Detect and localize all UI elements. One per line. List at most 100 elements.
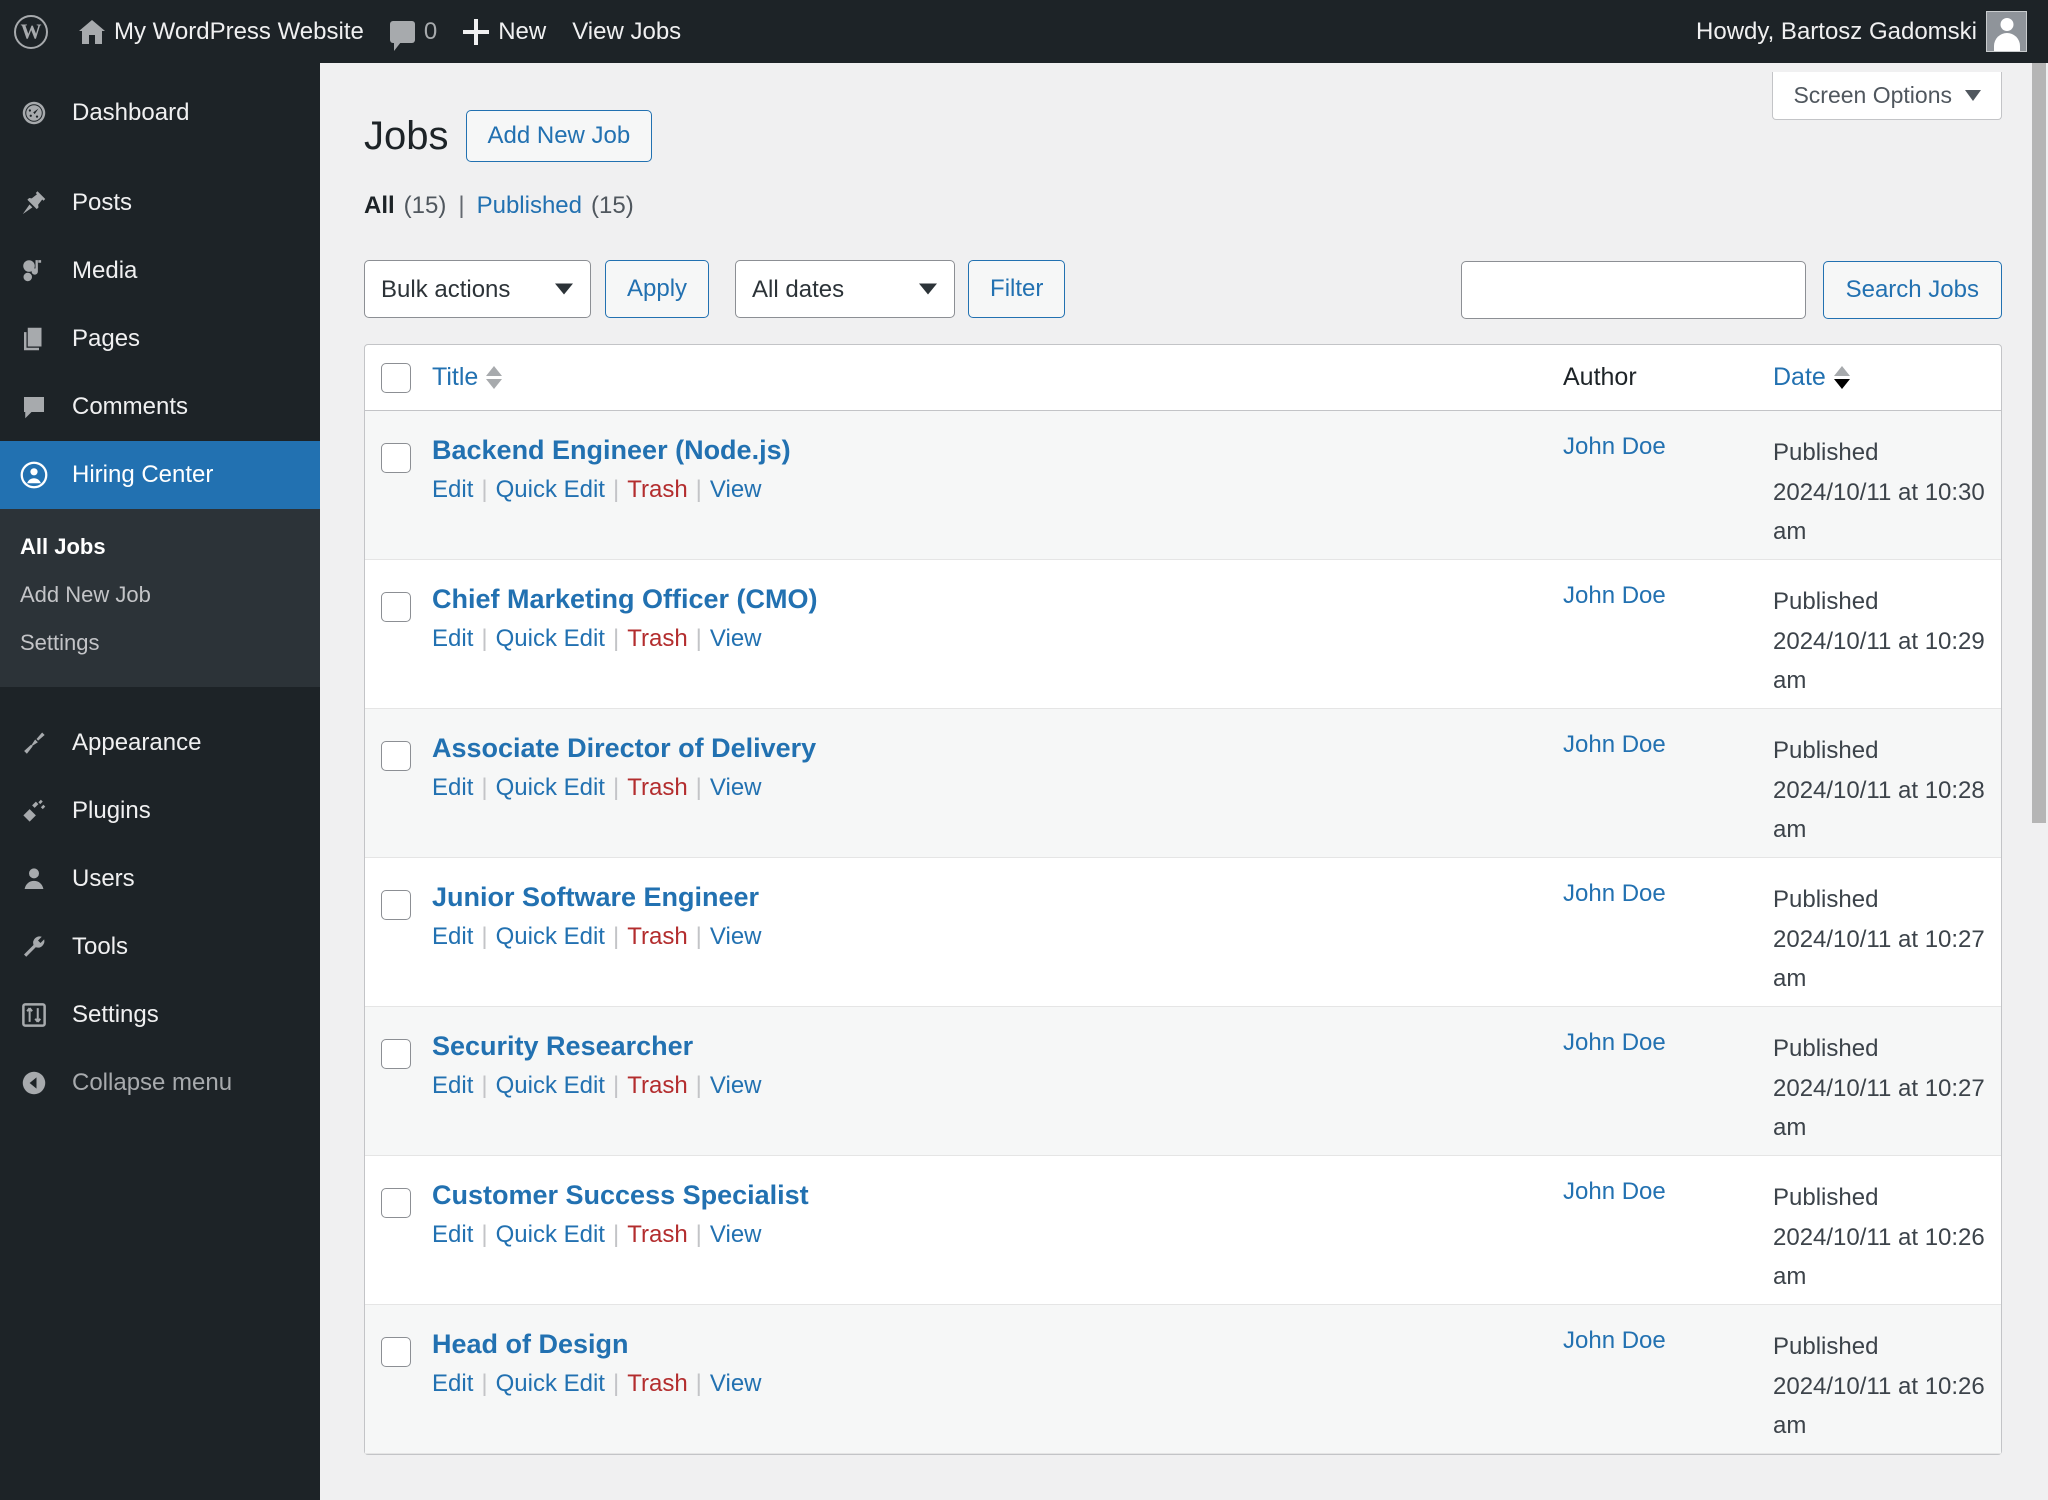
jobs-table: Title Author Date Backend Engineer (Node… xyxy=(364,344,2002,1455)
new-content-menu[interactable]: New xyxy=(450,0,559,63)
site-name-menu[interactable]: My WordPress Website xyxy=(66,0,377,63)
date-filter-wrap: All datesOctober 2024 xyxy=(735,260,956,318)
job-title-link[interactable]: Junior Software Engineer xyxy=(432,882,1563,913)
author-link[interactable]: John Doe xyxy=(1563,880,1666,907)
author-link[interactable]: John Doe xyxy=(1563,731,1666,758)
row-action-view[interactable]: View xyxy=(710,774,762,801)
row-select-checkbox[interactable] xyxy=(381,1188,411,1218)
date-filter-select[interactable]: All datesOctober 2024 xyxy=(735,260,956,318)
row-action-quick-edit[interactable]: Quick Edit xyxy=(496,1370,605,1397)
row-action-trash[interactable]: Trash xyxy=(627,625,687,652)
wordpress-logo-menu[interactable] xyxy=(0,0,66,63)
column-header-title[interactable]: Title xyxy=(427,363,1563,392)
author-link[interactable]: John Doe xyxy=(1563,1327,1666,1354)
view-jobs-menu[interactable]: View Jobs xyxy=(559,0,694,63)
sliders-icon xyxy=(14,995,54,1035)
row-select-cell xyxy=(365,582,427,708)
job-title-link[interactable]: Head of Design xyxy=(432,1329,1563,1360)
row-action-quick-edit[interactable]: Quick Edit xyxy=(496,774,605,801)
row-select-checkbox[interactable] xyxy=(381,443,411,473)
job-title-link[interactable]: Backend Engineer (Node.js) xyxy=(432,435,1563,466)
sidebar-item-comments[interactable]: Comments xyxy=(0,373,320,441)
column-header-date[interactable]: Date xyxy=(1773,363,2001,392)
date-text: 2024/10/11 at 10:27 am xyxy=(1773,925,1985,993)
row-select-cell xyxy=(365,433,427,559)
sidebar-item-tools[interactable]: Tools xyxy=(0,913,320,981)
sidebar-item-plugins[interactable]: Plugins xyxy=(0,777,320,845)
apply-button[interactable]: Apply xyxy=(605,260,710,318)
row-select-checkbox[interactable] xyxy=(381,741,411,771)
job-title-link[interactable]: Security Researcher xyxy=(432,1031,1563,1062)
search-input[interactable] xyxy=(1460,261,1806,319)
view-all-link[interactable]: All xyxy=(364,192,395,220)
author-link[interactable]: John Doe xyxy=(1563,1178,1666,1205)
sidebar-item-pages[interactable]: Pages xyxy=(0,305,320,373)
row-action-edit[interactable]: Edit xyxy=(432,774,473,801)
row-select-checkbox[interactable] xyxy=(381,592,411,622)
row-author-cell: John Doe xyxy=(1563,1178,1773,1304)
row-action-edit[interactable]: Edit xyxy=(432,476,473,503)
sidebar-item-dashboard[interactable]: Dashboard xyxy=(0,79,320,147)
my-account-menu[interactable]: Howdy, Bartosz Gadomski xyxy=(1683,0,2040,63)
sidebar-item-appearance[interactable]: Appearance xyxy=(0,709,320,777)
row-action-view[interactable]: View xyxy=(710,1370,762,1397)
row-action-edit[interactable]: Edit xyxy=(432,625,473,652)
bulk-actions-select[interactable]: Bulk actionsEditMove to Trash xyxy=(364,260,591,318)
row-action-trash[interactable]: Trash xyxy=(627,923,687,950)
row-select-checkbox[interactable] xyxy=(381,1337,411,1367)
sidebar-item-media[interactable]: Media xyxy=(0,237,320,305)
row-action-edit[interactable]: Edit xyxy=(432,1221,473,1248)
row-action-trash[interactable]: Trash xyxy=(627,1072,687,1099)
sidebar-subitem-add-new-job[interactable]: Add New Job xyxy=(0,571,320,619)
sidebar-item-settings[interactable]: Settings xyxy=(0,981,320,1049)
select-all-checkbox[interactable] xyxy=(381,362,411,393)
row-action-edit[interactable]: Edit xyxy=(432,1072,473,1099)
author-link[interactable]: John Doe xyxy=(1563,1029,1666,1056)
sidebar-item-users[interactable]: Users xyxy=(0,845,320,913)
row-action-trash[interactable]: Trash xyxy=(627,774,687,801)
sort-by-date-link[interactable]: Date xyxy=(1773,363,1850,392)
row-action-view[interactable]: View xyxy=(710,1072,762,1099)
search-jobs-button[interactable]: Search Jobs xyxy=(1822,261,2002,319)
sidebar-item-label: Appearance xyxy=(72,729,202,756)
page-scrollbar[interactable] xyxy=(2030,63,2048,1500)
row-action-view[interactable]: View xyxy=(710,923,762,950)
sidebar-item-posts[interactable]: Posts xyxy=(0,169,320,237)
sidebar-subitem-all-jobs[interactable]: All Jobs xyxy=(0,523,320,571)
row-action-view[interactable]: View xyxy=(710,625,762,652)
row-action-quick-edit[interactable]: Quick Edit xyxy=(496,1072,605,1099)
author-link[interactable]: John Doe xyxy=(1563,582,1666,609)
sort-indicator-icon xyxy=(1833,366,1850,389)
author-link[interactable]: John Doe xyxy=(1563,433,1666,460)
scrollbar-thumb[interactable] xyxy=(2032,63,2046,823)
row-author-cell: John Doe xyxy=(1563,582,1773,708)
comments-bubble-menu[interactable]: 0 xyxy=(377,0,450,63)
row-date-cell: Published 2024/10/11 at 10:29 am xyxy=(1773,582,2001,708)
collapse-menu-button[interactable]: Collapse menu xyxy=(0,1049,320,1117)
row-action-trash[interactable]: Trash xyxy=(627,1370,687,1397)
job-title-link[interactable]: Associate Director of Delivery xyxy=(432,733,1563,764)
row-select-checkbox[interactable] xyxy=(381,1039,411,1069)
job-title-link[interactable]: Customer Success Specialist xyxy=(432,1180,1563,1211)
row-action-edit[interactable]: Edit xyxy=(432,923,473,950)
row-action-quick-edit[interactable]: Quick Edit xyxy=(496,1221,605,1248)
row-select-checkbox[interactable] xyxy=(381,890,411,920)
row-action-trash[interactable]: Trash xyxy=(627,476,687,503)
row-action-quick-edit[interactable]: Quick Edit xyxy=(496,625,605,652)
search-box: Search Jobs xyxy=(1460,261,2002,319)
row-action-view[interactable]: View xyxy=(710,476,762,503)
row-author-cell: John Doe xyxy=(1563,731,1773,857)
view-published-link[interactable]: Published xyxy=(477,192,582,220)
row-action-quick-edit[interactable]: Quick Edit xyxy=(496,923,605,950)
job-title-link[interactable]: Chief Marketing Officer (CMO) xyxy=(432,584,1563,615)
row-action-trash[interactable]: Trash xyxy=(627,1221,687,1248)
sort-by-title-link[interactable]: Title xyxy=(432,363,503,392)
add-new-job-button[interactable]: Add New Job xyxy=(465,110,653,162)
row-action-quick-edit[interactable]: Quick Edit xyxy=(496,476,605,503)
row-action-edit[interactable]: Edit xyxy=(432,1370,473,1397)
row-action-view[interactable]: View xyxy=(710,1221,762,1248)
filter-button[interactable]: Filter xyxy=(968,260,1066,318)
sidebar-item-hiring-center[interactable]: Hiring Center xyxy=(0,441,320,509)
sidebar-subitem-settings[interactable]: Settings xyxy=(0,619,320,667)
screen-options-button[interactable]: Screen Options xyxy=(1772,72,2002,120)
